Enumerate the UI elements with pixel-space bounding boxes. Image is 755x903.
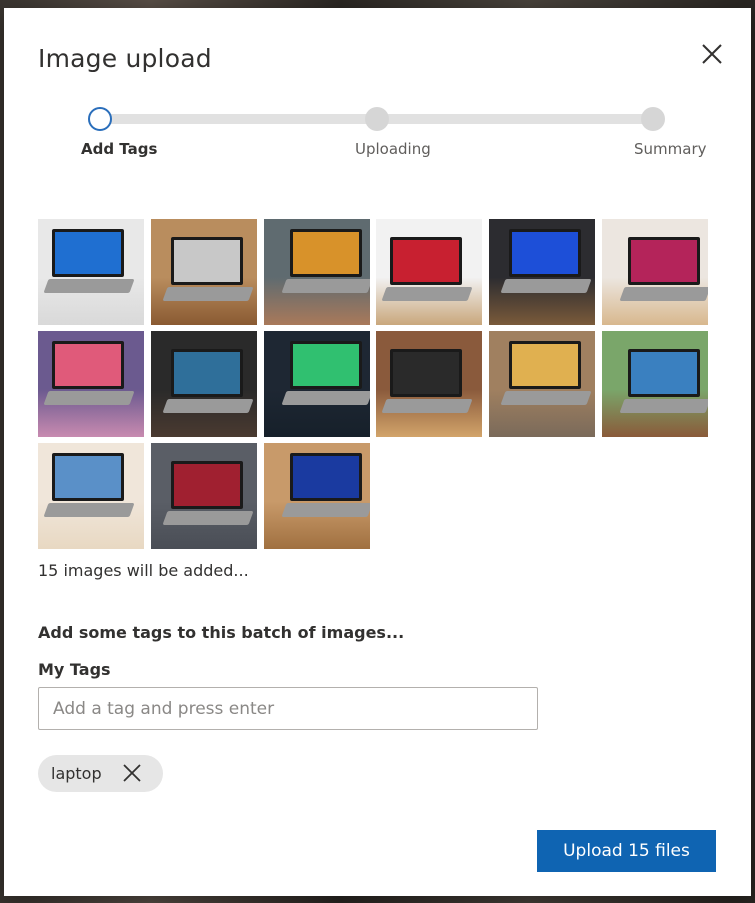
laptop-keyboard <box>162 511 254 525</box>
laptop-screen <box>170 461 243 509</box>
close-button[interactable] <box>698 40 726 68</box>
image-thumbnail <box>150 331 257 437</box>
laptop-screen <box>289 341 362 389</box>
image-count-text: 15 images will be added... <box>38 561 249 580</box>
step-dot-uploading <box>365 107 389 131</box>
step-label-uploading: Uploading <box>355 140 431 158</box>
image-thumbnail <box>150 443 257 549</box>
laptop-keyboard <box>43 279 135 293</box>
laptop-screen <box>509 229 582 277</box>
laptop-screen <box>390 349 463 397</box>
dialog-title: Image upload <box>38 44 212 73</box>
laptop-keyboard <box>162 399 254 413</box>
laptop-keyboard <box>43 391 135 405</box>
laptop-keyboard <box>500 279 592 293</box>
laptop-screen <box>170 237 243 285</box>
laptop-screen <box>627 237 700 285</box>
laptop-screen <box>390 237 463 285</box>
image-thumbnail <box>601 331 708 437</box>
laptop-screen <box>52 341 124 389</box>
step-dot-add-tags <box>88 107 112 131</box>
close-icon <box>123 764 141 782</box>
progress-stepper: Add Tags Uploading Summary <box>4 104 751 174</box>
image-thumbnail <box>263 331 370 437</box>
close-icon <box>702 44 722 64</box>
tag-input[interactable] <box>38 687 538 730</box>
step-label-summary: Summary <box>634 140 707 158</box>
laptop-keyboard <box>381 399 473 413</box>
image-upload-dialog: Image upload Add Tags Uploading Summary … <box>4 8 751 896</box>
laptop-keyboard <box>500 391 592 405</box>
tags-section-heading: Add some tags to this batch of images... <box>38 623 405 642</box>
laptop-screen <box>289 229 362 277</box>
laptop-screen <box>52 453 124 501</box>
remove-tag-button[interactable] <box>122 763 142 783</box>
image-thumbnail-grid <box>38 219 710 549</box>
tag-chip-laptop: laptop <box>38 755 163 792</box>
image-thumbnail <box>263 219 370 325</box>
step-label-add-tags: Add Tags <box>81 140 158 158</box>
laptop-screen <box>627 349 700 397</box>
image-thumbnail <box>150 219 257 325</box>
image-thumbnail <box>38 443 144 549</box>
image-thumbnail <box>38 331 144 437</box>
step-dot-summary <box>641 107 665 131</box>
laptop-keyboard <box>281 391 370 405</box>
laptop-screen <box>509 341 582 389</box>
image-thumbnail <box>38 219 144 325</box>
laptop-screen <box>170 349 243 397</box>
tag-chip-label: laptop <box>51 764 102 783</box>
laptop-screen <box>52 229 124 277</box>
image-thumbnail <box>376 331 483 437</box>
laptop-keyboard <box>281 279 370 293</box>
image-thumbnail <box>376 219 483 325</box>
laptop-screen <box>289 453 362 501</box>
laptop-keyboard <box>619 399 708 413</box>
laptop-keyboard <box>381 287 473 301</box>
laptop-keyboard <box>43 503 135 517</box>
laptop-keyboard <box>162 287 254 301</box>
my-tags-label: My Tags <box>38 660 111 679</box>
image-thumbnail <box>489 331 596 437</box>
laptop-keyboard <box>281 503 370 517</box>
image-thumbnail <box>601 219 708 325</box>
image-thumbnail <box>489 219 596 325</box>
upload-files-button[interactable]: Upload 15 files <box>537 830 716 872</box>
image-thumbnail <box>263 443 370 549</box>
laptop-keyboard <box>619 287 708 301</box>
